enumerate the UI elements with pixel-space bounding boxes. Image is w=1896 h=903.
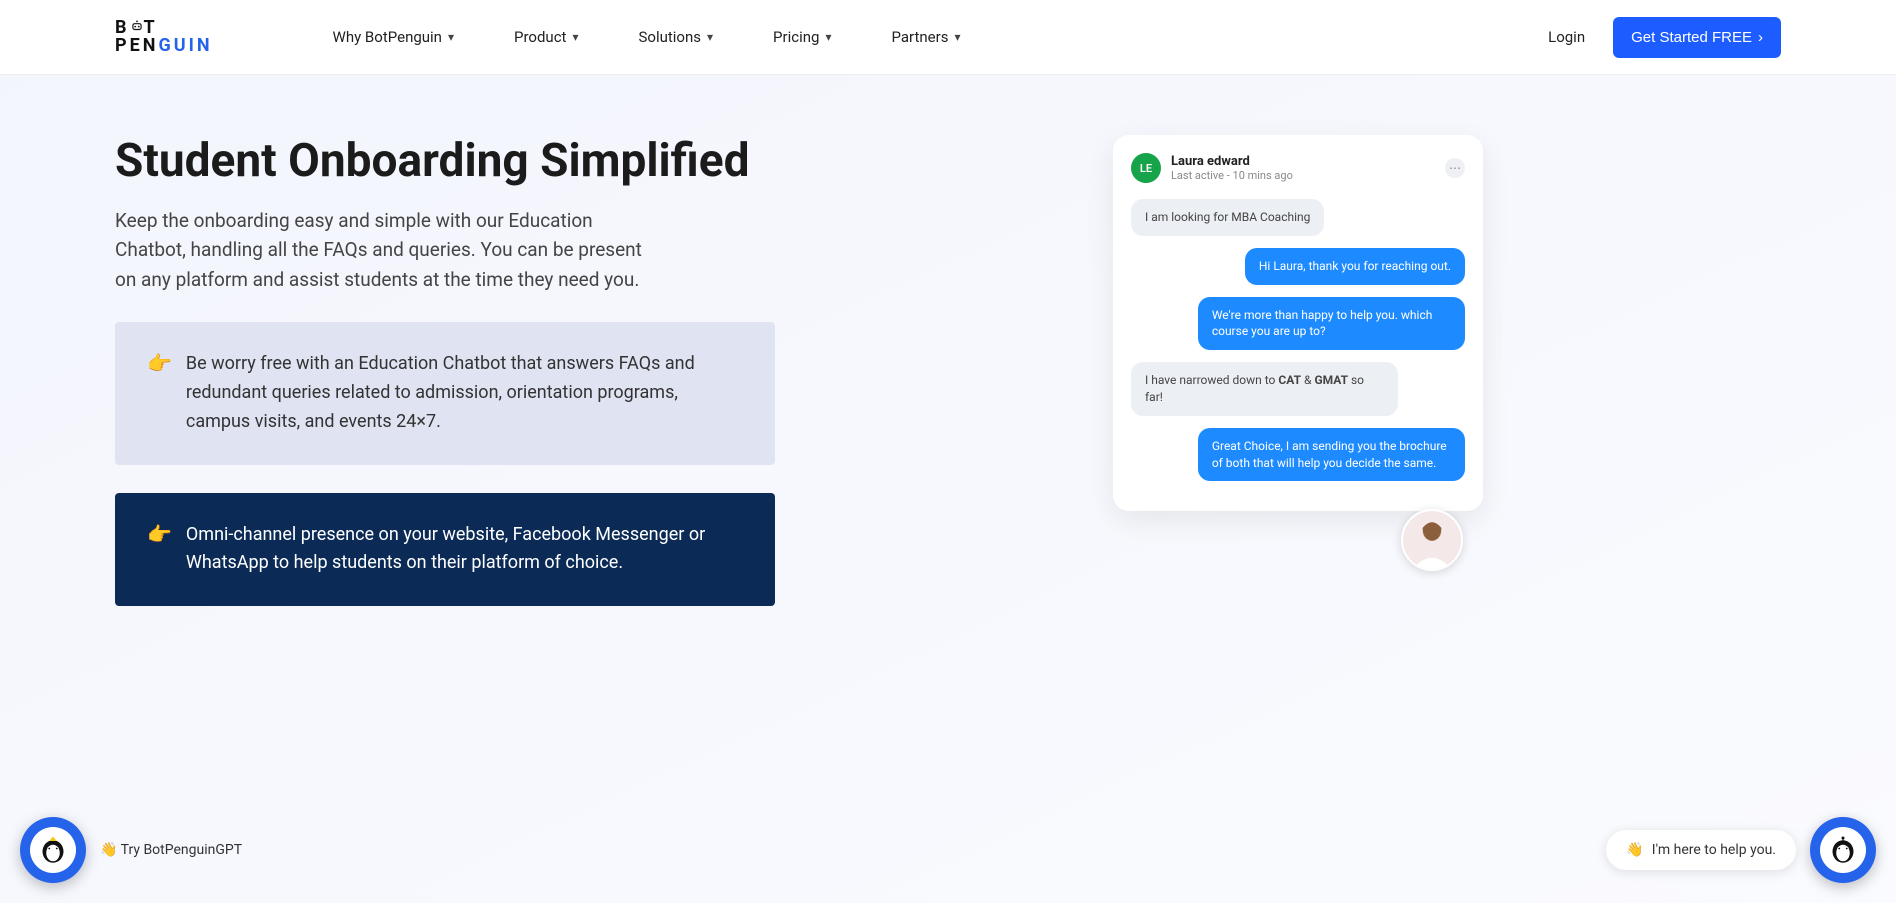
widget-left: 👋 Try BotPenguinGPT	[20, 817, 242, 883]
card-text: Be worry free with an Education Chatbot …	[186, 350, 743, 436]
chevron-down-icon: ▾	[825, 30, 831, 44]
wave-icon: 👋	[100, 842, 117, 858]
chevron-down-icon: ▾	[572, 30, 578, 44]
nav-partners[interactable]: Partners ▾	[891, 28, 960, 46]
penguin-icon	[30, 827, 76, 873]
msg-text: I have narrowed down to	[1145, 373, 1278, 387]
chat-msg-user: I am looking for MBA Coaching	[1131, 199, 1324, 236]
nav-label: Why BotPenguin	[333, 28, 442, 46]
chat-widget-button[interactable]	[1810, 817, 1876, 883]
logo-text: PEN	[115, 35, 158, 56]
nav-why[interactable]: Why BotPenguin ▾	[333, 28, 454, 46]
main-nav: Why BotPenguin ▾ Product ▾ Solutions ▾ P…	[333, 28, 1549, 46]
get-started-button[interactable]: Get Started FREE ›	[1613, 17, 1781, 58]
page-title: Student Onboarding Simplified	[115, 135, 775, 188]
help-bubble[interactable]: 👋 I'm here to help you.	[1606, 830, 1796, 870]
botpenguin-gpt-button[interactable]	[20, 817, 86, 883]
nav-label: Solutions	[639, 28, 702, 46]
chat-msg-bot: We're more than happy to help you. which…	[1198, 297, 1465, 351]
try-gpt-text: Try BotPenguinGPT	[121, 842, 242, 858]
widget-right: 👋 I'm here to help you.	[1606, 817, 1876, 883]
point-right-icon: 👉	[147, 521, 172, 579]
hero-right: LE Laura edward Last active - 10 mins ag…	[815, 135, 1781, 634]
chat-name: Laura edward	[1171, 154, 1293, 169]
chat-header-text: Laura edward Last active - 10 mins ago	[1171, 154, 1293, 182]
chat-msg-bot: Hi Laura, thank you for reaching out.	[1245, 248, 1465, 285]
chat-msg-bot: Great Choice, I am sending you the broch…	[1198, 428, 1465, 482]
nav-pricing[interactable]: Pricing ▾	[773, 28, 831, 46]
card-text: Omni-channel presence on your website, F…	[186, 521, 743, 579]
feature-card-light: 👉 Be worry free with an Education Chatbo…	[115, 322, 775, 464]
logo-text: GUIN	[158, 35, 212, 56]
hero-left: Student Onboarding Simplified Keep the o…	[115, 135, 775, 634]
brand-logo[interactable]: BT PENGUIN	[115, 19, 213, 55]
nav-label: Partners	[891, 28, 948, 46]
header: BT PENGUIN Why BotPenguin ▾ Product ▾ So…	[0, 0, 1896, 75]
login-link[interactable]: Login	[1548, 28, 1585, 46]
chat-preview-card: LE Laura edward Last active - 10 mins ag…	[1113, 135, 1483, 511]
point-right-icon: 👉	[147, 350, 172, 436]
nav-product[interactable]: Product ▾	[514, 28, 578, 46]
wave-icon: 👋	[1626, 842, 1643, 858]
msg-bold: CAT	[1278, 373, 1301, 387]
chevron-right-icon: ›	[1758, 29, 1763, 46]
profile-photo	[1401, 509, 1463, 571]
page-subtitle: Keep the onboarding easy and simple with…	[115, 206, 655, 294]
nav-solutions[interactable]: Solutions ▾	[639, 28, 714, 46]
chat-status: Last active - 10 mins ago	[1171, 169, 1293, 182]
msg-bold: GMAT	[1314, 373, 1348, 387]
chevron-down-icon: ▾	[954, 30, 960, 44]
header-right: Login Get Started FREE ›	[1548, 17, 1781, 58]
chat-avatar: LE	[1131, 153, 1161, 183]
try-gpt-label[interactable]: 👋 Try BotPenguinGPT	[100, 842, 242, 858]
chevron-down-icon: ▾	[448, 30, 454, 44]
chat-msg-user: I have narrowed down to CAT & GMAT so fa…	[1131, 362, 1398, 416]
chevron-down-icon: ▾	[707, 30, 713, 44]
chat-header: LE Laura edward Last active - 10 mins ag…	[1131, 153, 1465, 183]
penguin-icon	[1820, 827, 1866, 873]
nav-label: Product	[514, 28, 566, 46]
chat-body: I am looking for MBA Coaching Hi Laura, …	[1131, 199, 1465, 493]
nav-label: Pricing	[773, 28, 819, 46]
main-content: Student Onboarding Simplified Keep the o…	[0, 75, 1896, 634]
feature-card-dark: 👉 Omni-channel presence on your website,…	[115, 493, 775, 607]
help-text: I'm here to help you.	[1652, 842, 1776, 858]
cta-label: Get Started FREE	[1631, 29, 1752, 46]
msg-text: &	[1301, 373, 1314, 387]
chat-menu-icon[interactable]: ⋯	[1445, 158, 1465, 178]
